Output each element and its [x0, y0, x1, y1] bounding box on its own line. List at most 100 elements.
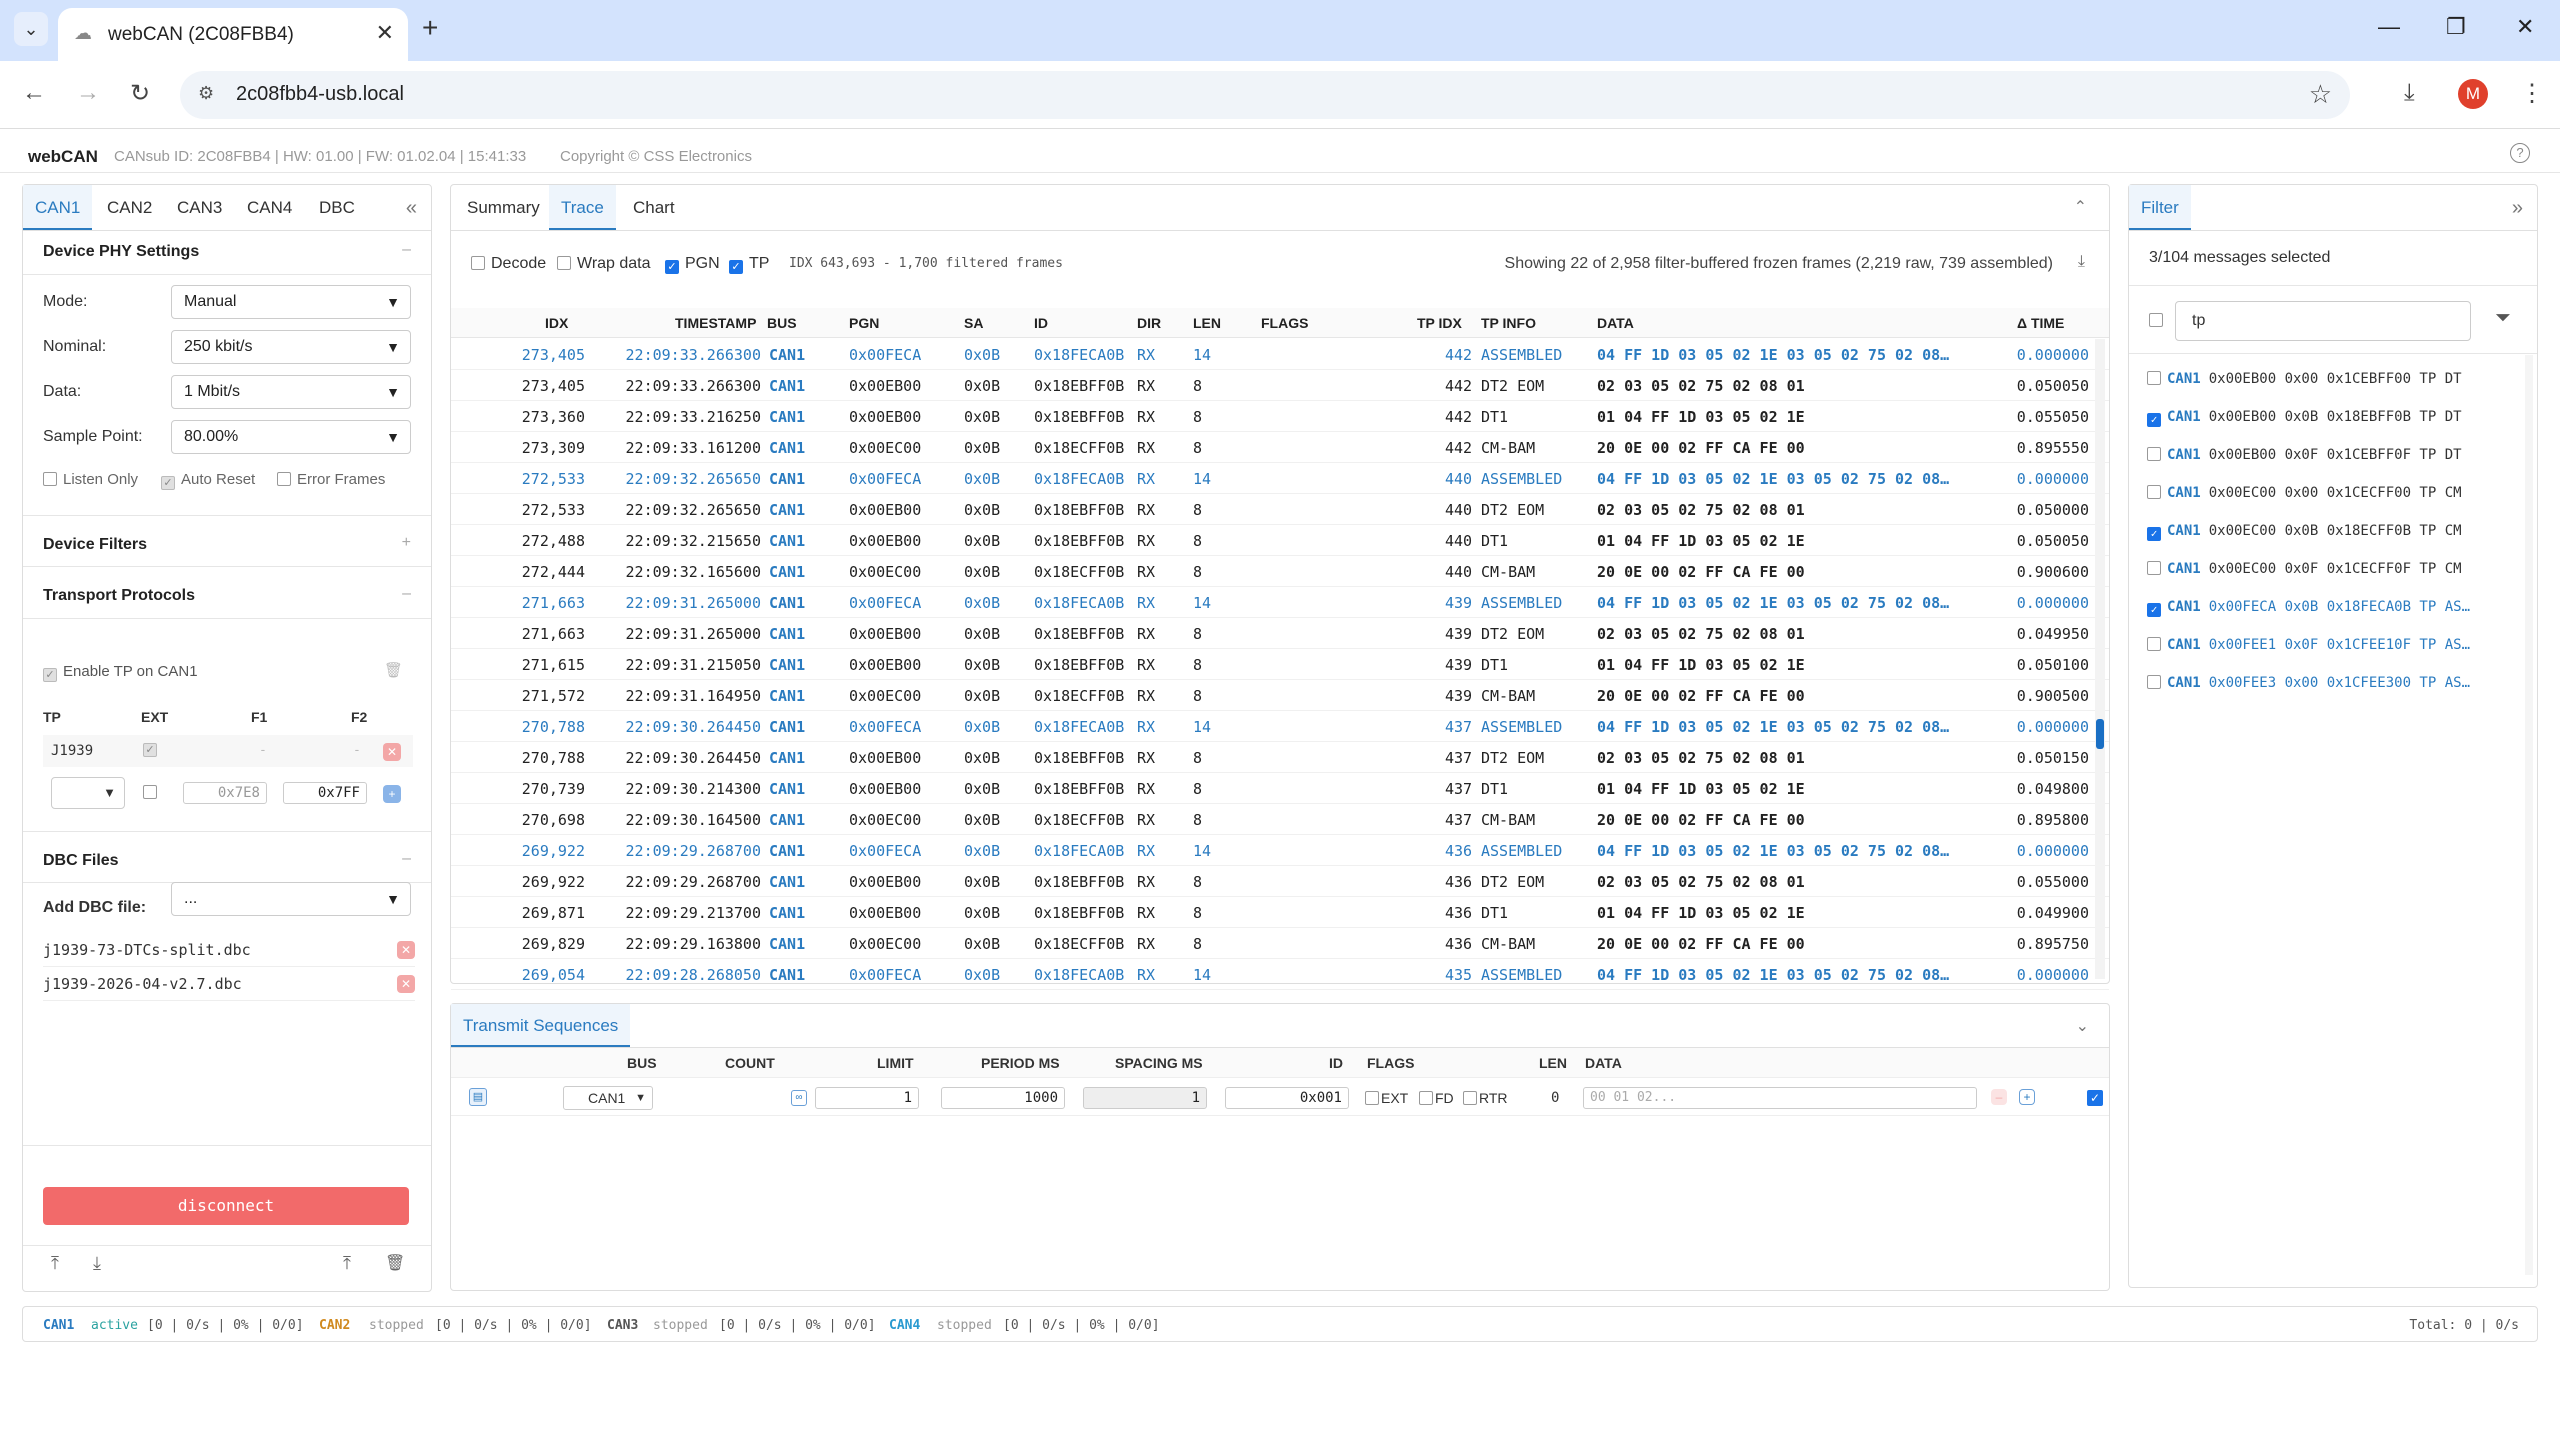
filter-item[interactable]: ✓ CAN1 0x00FECA 0x0B 0x18FECA0B TP AS… — [2147, 599, 2470, 617]
dbc-files-header[interactable]: DBC Files – — [23, 831, 431, 883]
back-icon[interactable]: ← — [22, 79, 46, 107]
period-input[interactable]: 1000 — [941, 1087, 1065, 1109]
table-row[interactable]: 273,309 22:09:33.161200 CAN1 0x00EC00 0x0B 0x… — [451, 432, 2109, 463]
menu-kebab-icon[interactable]: ⋮ — [2520, 79, 2544, 108]
col-bus[interactable]: BUS — [767, 315, 797, 331]
table-row[interactable]: 271,663 22:09:31.265000 CAN1 0x00FECA 0x0B 0x… — [451, 587, 2109, 618]
tab-transmit-sequences[interactable]: Transmit Sequences — [451, 1004, 631, 1047]
infinite-count-icon[interactable]: ∞ — [791, 1090, 807, 1106]
tab-can3[interactable]: CAN3 — [165, 185, 234, 230]
new-tab-icon[interactable]: + — [422, 12, 438, 44]
col-tp-info[interactable]: TP INFO — [1481, 315, 1536, 331]
enable-tp-checkbox[interactable]: ✓ — [43, 668, 57, 682]
col-dir[interactable]: DIR — [1137, 315, 1161, 331]
filter-item-checkbox[interactable]: ✓ — [2147, 413, 2161, 427]
table-row[interactable]: 272,488 22:09:32.215650 CAN1 0x00EB00 0x0B 0x… — [451, 525, 2109, 556]
collapse-right-icon[interactable]: » — [2512, 197, 2523, 220]
enable-tp-option[interactable]: ✓ Enable TP on CAN1 — [43, 663, 198, 682]
filter-item-checkbox[interactable] — [2147, 485, 2161, 499]
table-row[interactable]: 269,829 22:09:29.163800 CAN1 0x00EC00 0x0B 0x… — [451, 928, 2109, 959]
remove-dbc-icon[interactable]: ✕ — [397, 975, 415, 993]
error-frames-option[interactable]: Error Frames — [277, 471, 385, 488]
nominal-select[interactable]: 250 kbit/s ▼ — [171, 330, 411, 364]
forward-icon[interactable]: → — [76, 79, 100, 107]
col-data[interactable]: DATA — [1597, 315, 1634, 331]
filter-search-input[interactable]: tp — [2175, 301, 2471, 341]
table-row[interactable]: 269,054 22:09:28.268050 CAN1 0x00FECA 0x0B 0x… — [451, 959, 2109, 990]
trash-icon[interactable]: 🗑 — [384, 661, 403, 679]
decode-option[interactable]: Decode — [471, 255, 546, 273]
add-dbc-select[interactable]: ... ▼ — [171, 882, 411, 916]
avatar[interactable]: M — [2458, 79, 2488, 109]
filter-item[interactable]: ✓ CAN1 0x00EC00 0x0B 0x18ECFF0B TP CM — [2147, 523, 2462, 541]
id-input[interactable]: 0x001 — [1225, 1087, 1349, 1109]
scroll-top-icon[interactable]: ⤒ — [51, 1253, 59, 1274]
listen-only-checkbox[interactable] — [43, 472, 57, 486]
minimize-icon[interactable]: — — [2378, 14, 2400, 40]
filter-item-checkbox[interactable] — [2147, 371, 2161, 385]
table-row[interactable]: 273,405 22:09:33.266300 CAN1 0x00EB00 0x0B 0x… — [451, 370, 2109, 401]
filter-item[interactable]: CAN1 0x00EC00 0x00 0x1CECFF00 TP CM — [2147, 485, 2462, 501]
collapse-left-icon[interactable]: « — [406, 197, 417, 220]
auto-reset-option[interactable]: ✓ Auto Reset — [161, 471, 255, 490]
tab-chart[interactable]: Chart — [621, 185, 687, 230]
table-row[interactable]: 271,615 22:09:31.215050 CAN1 0x00EB00 0x0B 0x… — [451, 649, 2109, 680]
pgn-checkbox[interactable]: ✓ — [665, 260, 679, 274]
table-row[interactable]: 269,871 22:09:29.213700 CAN1 0x00EB00 0x0B 0x… — [451, 897, 2109, 928]
col-id[interactable]: ID — [1034, 315, 1048, 331]
filter-item-checkbox[interactable] — [2147, 561, 2161, 575]
tp-option[interactable]: ✓ TP — [729, 255, 769, 274]
filter-item[interactable]: CAN1 0x00EB00 0x0F 0x1CEBFF0F TP DT — [2147, 447, 2462, 463]
tp-f2-input[interactable]: 0x7FF — [283, 782, 367, 804]
help-icon[interactable]: ? — [2510, 143, 2530, 163]
download-icon[interactable]: ⤓ — [2078, 253, 2085, 271]
trash-icon[interactable]: 🗑 — [385, 1253, 405, 1273]
add-tp-icon[interactable]: + — [383, 785, 401, 803]
col-idx[interactable]: IDX — [545, 315, 568, 331]
spacing-input[interactable]: 1 — [1083, 1087, 1207, 1109]
table-row[interactable]: 269,922 22:09:29.268700 CAN1 0x00EB00 0x0B 0x… — [451, 866, 2109, 897]
tp-type-select[interactable]: ▼ — [51, 777, 125, 809]
filter-item-checkbox[interactable] — [2147, 675, 2161, 689]
tab-can1[interactable]: CAN1 — [23, 185, 93, 230]
collapse-down-icon[interactable]: ⌄ — [2076, 1016, 2089, 1036]
table-row[interactable]: 270,698 22:09:30.164500 CAN1 0x00EC00 0x0B 0x… — [451, 804, 2109, 835]
wrap-data-checkbox[interactable] — [557, 256, 571, 270]
tab-can4[interactable]: CAN4 — [235, 185, 304, 230]
collapse-section-icon[interactable]: – — [402, 241, 411, 259]
ext-option[interactable]: EXT — [1365, 1090, 1408, 1106]
tab-summary[interactable]: Summary — [455, 185, 552, 230]
tab-trace[interactable]: Trace — [549, 185, 616, 230]
remove-sequence-icon[interactable]: – — [1991, 1089, 2007, 1105]
device-filters-header[interactable]: Device Filters + — [23, 515, 431, 567]
col-delta-time[interactable]: Δ TIME — [2017, 315, 2064, 331]
table-row[interactable]: 272,533 22:09:32.265650 CAN1 0x00FECA 0x0B 0x… — [451, 463, 2109, 494]
tab-dbc[interactable]: DBC — [307, 185, 367, 230]
bookmark-star-icon[interactable]: ☆ — [2309, 79, 2332, 110]
filter-scrollbar[interactable] — [2525, 355, 2533, 1275]
expand-section-icon[interactable]: + — [402, 534, 411, 552]
filter-item-checkbox[interactable] — [2147, 447, 2161, 461]
rtr-checkbox[interactable] — [1463, 1091, 1477, 1105]
limit-input[interactable]: 1 — [815, 1087, 919, 1109]
transport-protocols-header[interactable]: Transport Protocols – — [23, 567, 431, 619]
remove-tp-icon[interactable]: ✕ — [383, 743, 401, 761]
restore-icon[interactable]: ❐ — [2446, 14, 2466, 40]
col-pgn[interactable]: PGN — [849, 315, 879, 331]
pgn-option[interactable]: ✓ PGN — [665, 255, 720, 274]
table-row[interactable]: 270,788 22:09:30.264450 CAN1 0x00EB00 0x0B 0x… — [451, 742, 2109, 773]
tab-search-button[interactable]: ⌄ — [14, 12, 48, 46]
phy-settings-header[interactable]: Device PHY Settings – — [23, 231, 431, 275]
collapse-section-icon[interactable]: – — [402, 585, 411, 603]
scrollbar-thumb[interactable] — [2096, 719, 2104, 749]
auto-reset-checkbox[interactable]: ✓ — [161, 476, 175, 490]
remove-dbc-icon[interactable]: ✕ — [397, 941, 415, 959]
table-row[interactable]: 271,663 22:09:31.265000 CAN1 0x00EB00 0x0B 0x… — [451, 618, 2109, 649]
col-sa[interactable]: SA — [964, 315, 983, 331]
sequence-icon[interactable]: ▤ — [469, 1088, 487, 1106]
filter-item[interactable]: CAN1 0x00EB00 0x00 0x1CEBFF00 TP DT — [2147, 371, 2462, 387]
tab-filter[interactable]: Filter — [2129, 185, 2191, 230]
filter-item[interactable]: CAN1 0x00FEE3 0x00 0x1CFEE300 TP AS… — [2147, 675, 2470, 691]
collapse-section-icon[interactable]: – — [402, 850, 411, 868]
tp-row-ext-checkbox[interactable]: ✓ — [143, 743, 157, 757]
